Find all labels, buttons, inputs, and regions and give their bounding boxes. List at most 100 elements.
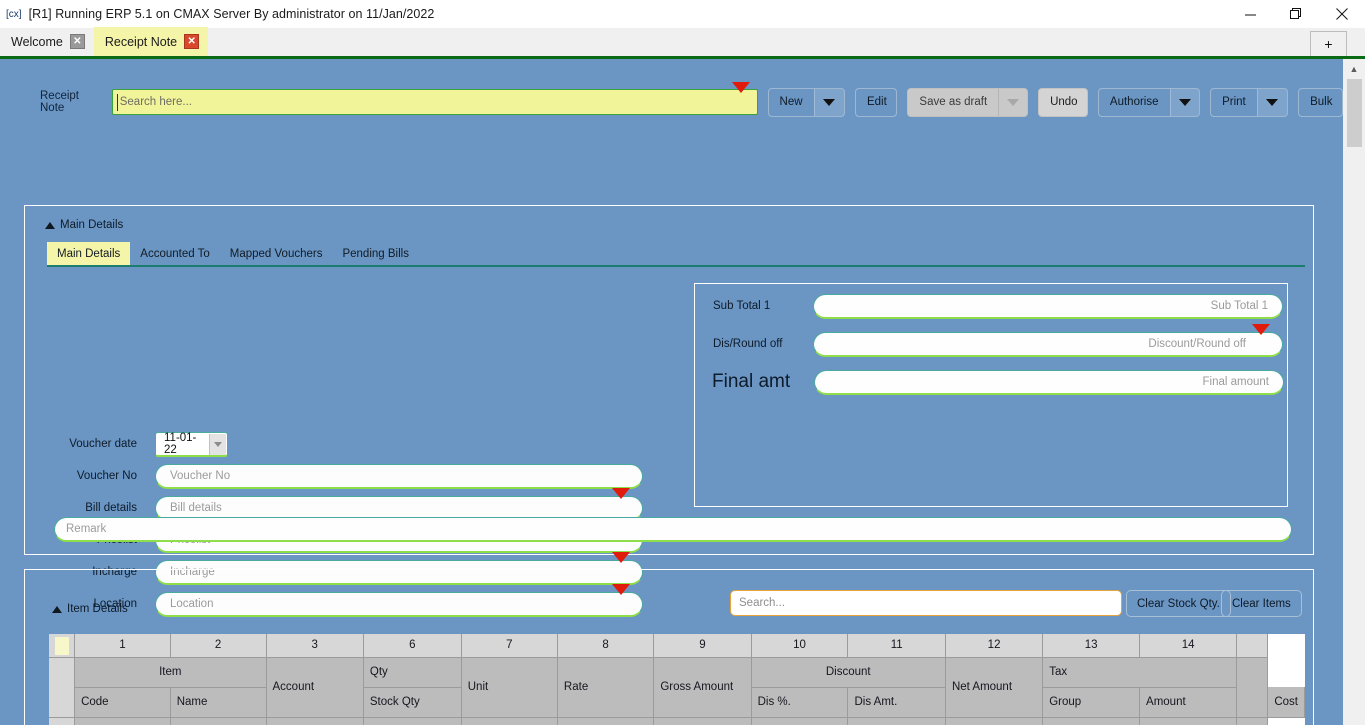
grid-filter-cell[interactable] [266, 717, 364, 725]
tab-receipt-note[interactable]: Receipt Note ✕ [93, 27, 209, 56]
item-details-header-toggle[interactable]: Item Details [52, 603, 128, 615]
record-search-dropdown-icon[interactable] [731, 82, 750, 111]
grid-colnum[interactable]: 14 [1139, 634, 1238, 658]
minimize-button[interactable] [1227, 0, 1273, 28]
restore-button[interactable] [1273, 0, 1319, 28]
remark-input[interactable]: Remark [54, 517, 1292, 542]
remark-placeholder: Remark [66, 523, 107, 535]
grid-colnum[interactable]: 7 [461, 634, 558, 658]
dis-round-off-dropdown-icon[interactable] [1252, 323, 1270, 353]
grid-colnum[interactable]: 9 [653, 634, 752, 658]
voucher-date-input[interactable]: 11-01-22 [155, 431, 228, 457]
main-details-header[interactable]: Main Details [25, 206, 1313, 231]
undo-button-label: Undo [1050, 96, 1078, 108]
grid-colnum[interactable]: 11 [847, 634, 946, 658]
grid-filter-cell[interactable] [74, 717, 171, 725]
grid-group-header-item[interactable]: Item [74, 657, 267, 688]
bill-details-placeholder: Bill details [170, 501, 222, 514]
grid-filter-cell[interactable] [557, 717, 655, 725]
grid-subheader-code[interactable]: Code [74, 687, 171, 718]
edit-button[interactable]: Edit [854, 87, 898, 117]
save-as-draft-dropdown-icon[interactable] [998, 88, 1028, 116]
new-dropdown-icon[interactable] [813, 88, 844, 116]
grid-filter-cell[interactable] [1139, 717, 1238, 725]
tab-welcome[interactable]: Welcome ✕ [0, 27, 94, 56]
bulk-button[interactable]: Bulk [1298, 87, 1343, 117]
print-dropdown-icon[interactable] [1256, 88, 1288, 116]
item-grid-table: 1 2 3 6 7 8 9 10 11 12 13 14 Item Accoun… [49, 634, 1305, 725]
print-button[interactable]: Print [1210, 87, 1289, 117]
record-search-field[interactable]: Search here... [111, 82, 758, 115]
vertical-scrollbar[interactable]: ▲ [1343, 59, 1365, 725]
grid-group-header-discount[interactable]: Discount [751, 657, 946, 688]
save-as-draft-button[interactable]: Save as draft [907, 87, 1029, 117]
dis-round-off-placeholder: Discount/Round off [1148, 337, 1246, 350]
grid-colnum[interactable]: 3 [266, 634, 364, 658]
bill-details-dropdown-icon[interactable] [612, 487, 630, 517]
scroll-up-icon[interactable]: ▲ [1343, 59, 1365, 79]
grid-filter-cell[interactable] [847, 717, 946, 725]
grid-colnum[interactable] [1236, 634, 1269, 658]
grid-colnum[interactable]: 1 [74, 634, 171, 658]
grid-filter-cell[interactable] [170, 717, 267, 725]
voucher-date-label: Voucher date [69, 438, 137, 450]
grid-corner-cell[interactable] [49, 634, 76, 658]
grid-header-corner [49, 657, 76, 718]
grid-colnum[interactable]: 2 [170, 634, 267, 658]
application-body: Receipt Note Search here... New Edit Sav… [0, 59, 1365, 725]
subtab-pending-bills[interactable]: Pending Bills [332, 242, 418, 265]
grid-filter-cell[interactable] [751, 717, 849, 725]
final-amount-input[interactable]: Final amount [814, 369, 1284, 395]
undo-button[interactable]: Undo [1038, 87, 1088, 117]
grid-colnum[interactable]: 12 [945, 634, 1044, 658]
clear-stock-qty-button[interactable]: Clear Stock Qty. [1126, 590, 1231, 617]
grid-subheader-dis-percent[interactable]: Dis %. [751, 687, 849, 718]
grid-subheader-tax-amount[interactable]: Amount [1139, 687, 1238, 718]
grid-filter-cell[interactable] [653, 717, 752, 725]
calendar-dropdown-icon[interactable] [209, 433, 226, 455]
sub-total-input[interactable]: Sub Total 1 [813, 293, 1283, 319]
totals-row-final-amount: Final amt Final amount [695, 366, 1287, 398]
grid-filter-cell[interactable] [1236, 717, 1269, 725]
grid-group-header-tax[interactable]: Tax [1042, 657, 1238, 688]
grid-filter-cell[interactable] [461, 717, 558, 725]
grid-filter-cell[interactable] [1042, 717, 1141, 725]
grid-header-rate[interactable]: Rate [557, 657, 655, 718]
add-tab-button[interactable]: + [1310, 31, 1347, 56]
triangle-up-icon [52, 605, 62, 613]
grid-subheader-tax-group[interactable]: Group [1042, 687, 1141, 718]
authorise-button[interactable]: Authorise [1097, 87, 1201, 117]
grid-subheader-cost[interactable]: Cost [1267, 687, 1305, 718]
grid-colnum[interactable]: 13 [1042, 634, 1141, 658]
grid-colnum[interactable]: 8 [557, 634, 655, 658]
grid-header-qty[interactable]: Qty [363, 657, 462, 688]
dis-round-off-input[interactable]: Discount/Round off [813, 323, 1283, 357]
grid-header-unit[interactable]: Unit [461, 657, 558, 718]
grid-colnum[interactable]: 10 [751, 634, 849, 658]
grid-header-net-amount[interactable]: Net Amount [945, 657, 1044, 718]
voucher-no-input[interactable]: Voucher No [155, 463, 643, 489]
module-label: Receipt Note [40, 90, 79, 114]
grid-filter-cell[interactable] [363, 717, 462, 725]
subtab-main-details[interactable]: Main Details [47, 242, 131, 265]
grid-subheader-name[interactable]: Name [170, 687, 267, 718]
new-button[interactable]: New [767, 87, 845, 117]
tab-welcome-close-icon[interactable]: ✕ [69, 34, 85, 49]
grid-header-gross-amount[interactable]: Gross Amount [653, 657, 752, 718]
bulk-button-label: Bulk [1310, 96, 1333, 108]
grid-filter-cell[interactable] [945, 717, 1044, 725]
grid-header-blank[interactable] [1236, 657, 1269, 718]
clear-items-button[interactable]: Clear Items [1221, 590, 1302, 617]
subtab-accounted-to[interactable]: Accounted To [130, 242, 219, 265]
subtab-mapped-vouchers[interactable]: Mapped Vouchers [220, 242, 333, 265]
item-grid[interactable]: 1 2 3 6 7 8 9 10 11 12 13 14 Item Accoun… [49, 634, 1305, 725]
grid-subheader-dis-amount[interactable]: Dis Amt. [847, 687, 946, 718]
grid-header-account[interactable]: Account [266, 657, 364, 718]
grid-colnum[interactable]: 6 [363, 634, 462, 658]
scrollbar-thumb[interactable] [1346, 79, 1362, 147]
item-search-input[interactable]: Search... [730, 590, 1122, 616]
grid-subheader-stock-qty[interactable]: Stock Qty [363, 687, 462, 718]
tab-receipt-note-close-icon[interactable]: ✕ [184, 34, 200, 49]
close-button[interactable] [1319, 0, 1365, 28]
authorise-dropdown-icon[interactable] [1169, 88, 1200, 116]
